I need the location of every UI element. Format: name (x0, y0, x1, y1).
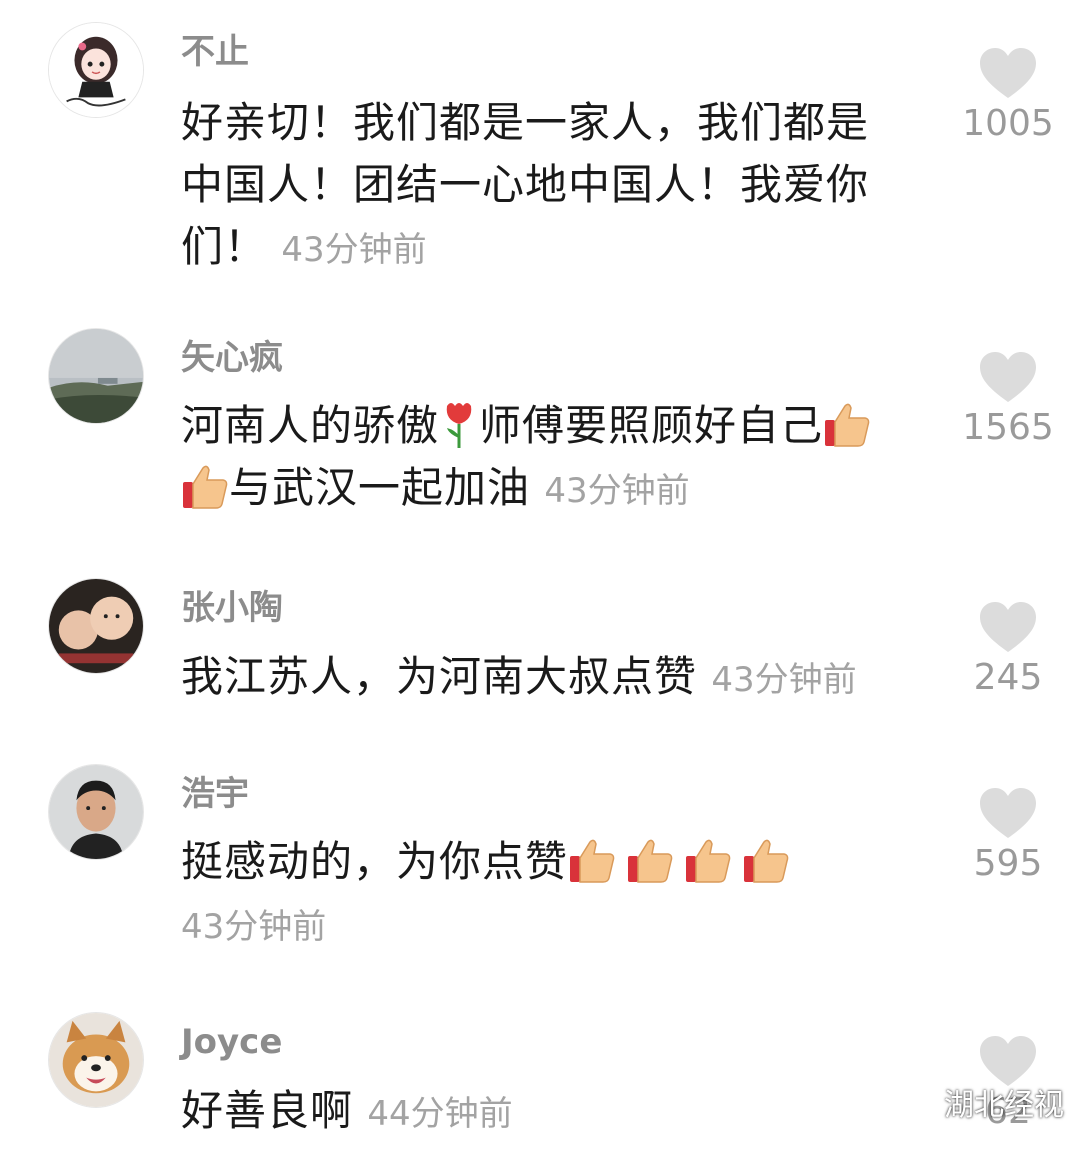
comment-line: 好善良啊 44分钟前 (181, 1086, 513, 1135)
comment-text: 我江苏人，为河南大叔点赞 43分钟前 (181, 646, 857, 711)
comment-text: 好亲切！我们都是一家人，我们都是 中国人！团结一心地中国人！我爱你 们！ 43分… (181, 92, 869, 281)
comment-line: 河南人的骄傲 师傅要照顾好自己 (181, 395, 871, 457)
thumbs-up-icon (628, 839, 673, 883)
watermark-text: 湖北经视 (944, 1088, 1064, 1123)
heart-icon (980, 788, 1036, 838)
avatar[interactable] (48, 764, 144, 860)
like-button[interactable]: 245 (958, 600, 1058, 700)
username[interactable]: 张小陶 (181, 588, 283, 628)
man-photo-avatar-icon (49, 765, 143, 859)
avatar[interactable] (48, 22, 144, 118)
comment-line: 43分钟前 (181, 893, 790, 958)
comment-line: 中国人！团结一心地中国人！我爱你 (181, 160, 870, 209)
like-button[interactable]: 1005 (958, 46, 1058, 146)
landscape-photo-avatar-icon (49, 329, 143, 423)
heart-icon (980, 352, 1036, 402)
username[interactable]: Joyce (181, 1022, 282, 1062)
like-count: 1005 (962, 103, 1054, 144)
comment-line: 与武汉一起加油 43分钟前 (181, 457, 871, 522)
comment-line: 挺感动的，为你点赞 (181, 831, 790, 893)
comment-text: 河南人的骄傲 师傅要照顾好自己 与武汉一起加油 43分钟前 (181, 395, 871, 522)
thumbs-up-icon (686, 839, 731, 883)
thumbs-up-icon (744, 839, 789, 883)
thumbs-up-icon (570, 839, 615, 883)
timestamp: 43分钟前 (181, 907, 327, 947)
avatar[interactable] (48, 578, 144, 674)
thumbs-up-icon (825, 403, 870, 447)
children-photo-avatar-icon (49, 579, 143, 673)
thumbs-up-icon (183, 465, 228, 509)
timestamp: 44分钟前 (367, 1094, 513, 1134)
cartoon-girl-avatar-icon (49, 23, 143, 117)
comment-line: 们！ 43分钟前 (181, 222, 427, 271)
like-count: 595 (973, 843, 1043, 884)
shiba-dog-avatar-icon (49, 1013, 143, 1107)
comment-text: 好善良啊 44分钟前 (181, 1080, 513, 1145)
like-count: 245 (973, 657, 1043, 698)
like-button[interactable]: 1565 (958, 350, 1058, 450)
like-button[interactable]: 595 (958, 786, 1058, 886)
timestamp: 43分钟前 (544, 471, 690, 511)
comment-line: 我江苏人，为河南大叔点赞 43分钟前 (181, 652, 857, 701)
heart-icon (980, 602, 1036, 652)
username[interactable]: 不止 (181, 32, 249, 72)
comment-line: 好亲切！我们都是一家人，我们都是 (181, 98, 870, 147)
heart-icon (980, 48, 1036, 98)
timestamp: 43分钟前 (711, 660, 857, 700)
username[interactable]: 浩宇 (181, 774, 249, 814)
comment-text: 挺感动的，为你点赞 43分钟前 (181, 831, 790, 958)
like-count: 1565 (962, 407, 1054, 448)
username[interactable]: 矢心疯 (181, 338, 283, 378)
timestamp: 43分钟前 (281, 230, 427, 270)
avatar[interactable] (48, 1012, 144, 1108)
watermark: 湖北经视 (892, 1080, 1064, 1124)
tulip-icon (446, 403, 472, 448)
wechat-icon (892, 1086, 936, 1117)
avatar[interactable] (48, 328, 144, 424)
